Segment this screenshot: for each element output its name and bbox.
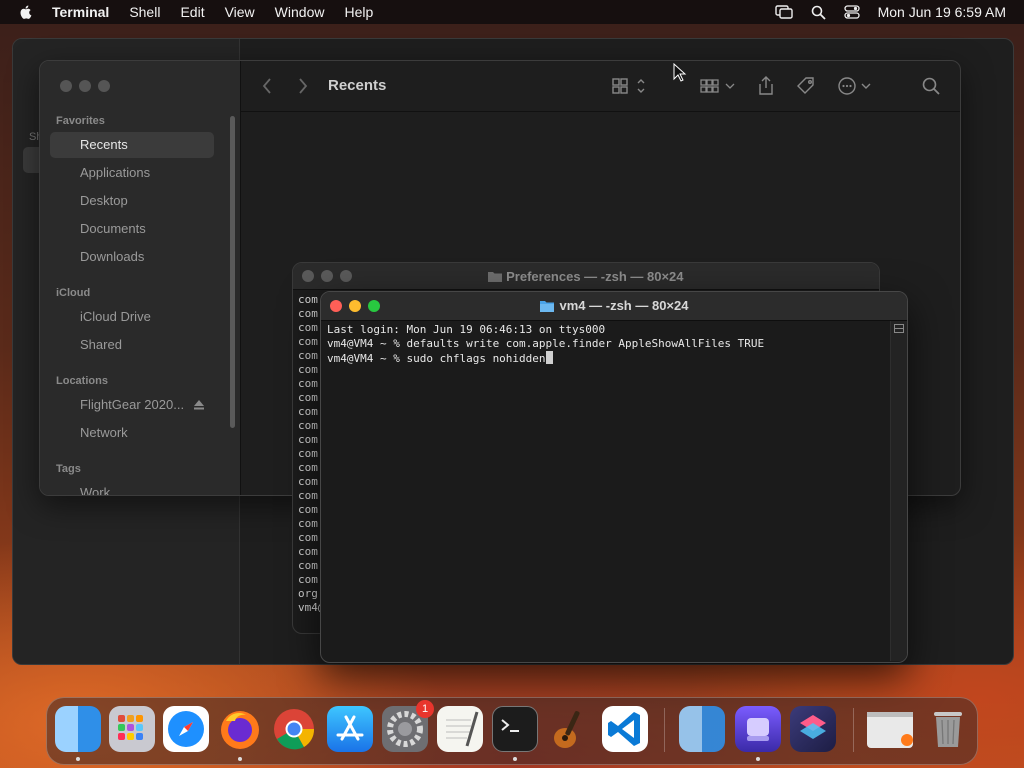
forward-chevron-icon[interactable] <box>298 75 308 97</box>
eject-icon[interactable] <box>193 400 205 410</box>
sidebar-scrollbar[interactable] <box>230 116 235 428</box>
sidebar-item-flightgear[interactable]: FlightGear 2020... <box>50 392 214 418</box>
search-icon[interactable] <box>922 75 940 97</box>
terminal-output[interactable]: Last login: Mon Jun 19 06:46:13 on ttys0… <box>327 323 764 366</box>
terminal-title: vm4 — -zsh — 80×24 <box>321 298 907 313</box>
tag-icon[interactable] <box>795 75 817 97</box>
terminal-title-text: vm4 — -zsh — 80×24 <box>559 298 689 313</box>
running-indicator <box>513 757 517 761</box>
dock-separator <box>664 708 665 752</box>
dock-terminal-icon[interactable] <box>492 706 538 752</box>
sidebar-item-icloud-drive[interactable]: iCloud Drive <box>50 304 214 330</box>
terminal-line: Last login: Mon Jun 19 06:46:13 on ttys0… <box>327 323 606 336</box>
menu-window[interactable]: Window <box>275 4 325 20</box>
back-chevron-icon[interactable] <box>262 75 272 97</box>
dock-app-store-icon[interactable] <box>327 706 373 752</box>
running-indicator <box>238 757 242 761</box>
menu-edit[interactable]: Edit <box>180 4 204 20</box>
sidebar-header-favorites: Favorites <box>56 115 105 127</box>
screen-mirroring-icon[interactable] <box>774 5 793 19</box>
split-pane-icon[interactable] <box>894 324 904 333</box>
more-actions-icon[interactable] <box>837 75 873 97</box>
dock-separator <box>853 708 854 752</box>
close-button[interactable] <box>60 80 72 92</box>
sidebar-header-locations: Locations <box>56 375 108 387</box>
menu-shell[interactable]: Shell <box>129 4 160 20</box>
mouse-pointer-icon <box>673 63 687 82</box>
sidebar-header-tags: Tags <box>56 463 81 475</box>
dock-xcode-icon[interactable] <box>735 706 781 752</box>
terminal-back-titlebar[interactable]: Preferences — -zsh — 80×24 <box>293 263 879 290</box>
sidebar-item-shared[interactable]: Shared <box>50 332 214 358</box>
dock: 1 <box>46 697 978 765</box>
folder-icon <box>539 300 554 312</box>
terminal-back-title-text: Preferences — -zsh — 80×24 <box>506 269 684 284</box>
zoom-button[interactable] <box>98 80 110 92</box>
sidebar-item-downloads[interactable]: Downloads <box>50 244 214 270</box>
menu-help[interactable]: Help <box>344 4 373 20</box>
finder-sidebar: Favorites Recents Applications Desktop D… <box>40 61 241 495</box>
terminal-line: vm4@VM4 ~ % defaults write com.apple.fin… <box>327 337 765 350</box>
notification-badge: 1 <box>416 700 434 718</box>
dock-window-preview-icon[interactable] <box>867 712 913 748</box>
dock-garageband-icon[interactable] <box>546 706 592 752</box>
sidebar-item-tag-work[interactable]: Work <box>50 480 214 495</box>
share-icon[interactable] <box>757 75 775 97</box>
finder-toolbar: Recents <box>240 61 960 112</box>
running-indicator <box>76 757 80 761</box>
sidebar-item-recents[interactable]: Recents <box>50 132 214 158</box>
dock-shortcuts-icon[interactable] <box>790 706 836 752</box>
group-by-icon[interactable] <box>700 75 738 97</box>
sidebar-item-desktop[interactable]: Desktop <box>50 188 214 214</box>
menu-bar: Terminal Shell Edit View Window Help Mon… <box>0 0 1024 24</box>
search-icon[interactable] <box>811 5 826 20</box>
control-center-icon[interactable] <box>843 5 860 19</box>
terminal-window[interactable]: vm4 — -zsh — 80×24 Last login: Mon Jun 1… <box>320 291 908 663</box>
dock-preview-icon[interactable] <box>679 706 725 752</box>
sidebar-header-icloud: iCloud <box>56 287 91 299</box>
menu-app-name[interactable]: Terminal <box>52 4 109 20</box>
apple-logo-icon[interactable] <box>18 4 34 20</box>
dock-textedit-icon[interactable] <box>437 706 483 752</box>
text-cursor <box>545 351 553 364</box>
sidebar-item-network[interactable]: Network <box>50 420 214 446</box>
dock-vscode-icon[interactable] <box>602 706 648 752</box>
finder-window-title: Recents <box>328 77 387 94</box>
running-indicator <box>756 757 760 761</box>
menu-clock[interactable]: Mon Jun 19 6:59 AM <box>878 4 1006 20</box>
dock-firefox-icon[interactable] <box>217 706 263 752</box>
terminal-back-title: Preferences — -zsh — 80×24 <box>293 269 879 284</box>
sidebar-item-applications[interactable]: Applications <box>50 160 214 186</box>
view-grid-icon[interactable] <box>612 75 648 97</box>
dock-safari-icon[interactable] <box>163 706 209 752</box>
dock-system-settings-icon[interactable]: 1 <box>382 700 434 752</box>
dock-trash-icon[interactable] <box>925 706 971 752</box>
dock-finder-icon[interactable] <box>55 706 101 752</box>
folder-icon <box>488 272 503 282</box>
window-controls <box>60 80 110 92</box>
minimize-button[interactable] <box>79 80 91 92</box>
menu-view[interactable]: View <box>225 4 255 20</box>
terminal-line: vm4@VM4 ~ % sudo chflags nohidden <box>327 352 546 365</box>
terminal-scrollbar[interactable] <box>890 321 907 661</box>
sidebar-item-documents[interactable]: Documents <box>50 216 214 242</box>
terminal-titlebar[interactable]: vm4 — -zsh — 80×24 <box>321 292 907 321</box>
dock-chrome-icon[interactable] <box>271 706 317 752</box>
dock-launchpad-icon[interactable] <box>109 706 155 752</box>
